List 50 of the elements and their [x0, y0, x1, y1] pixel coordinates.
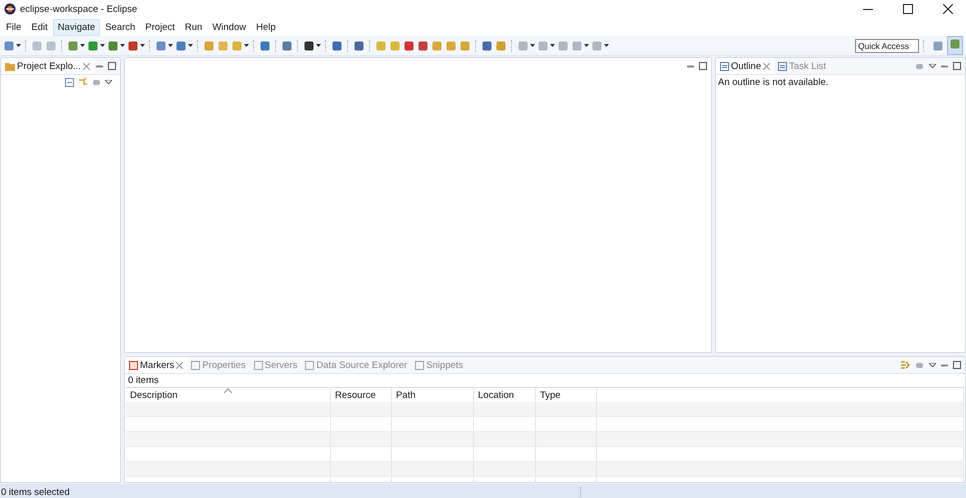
maximize-icon[interactable] [903, 4, 913, 14]
dropdown-icon[interactable] [168, 44, 173, 47]
eclipse-logo-icon [4, 3, 16, 15]
dropdown-icon[interactable] [140, 44, 145, 47]
sort-icon [224, 388, 232, 393]
dropdown-icon[interactable] [120, 44, 125, 47]
menu-item[interactable]: Search [100, 18, 140, 36]
tab-icon [254, 360, 263, 370]
panel-tab[interactable]: Outline [716, 58, 774, 74]
menu-item[interactable]: Project [140, 18, 180, 36]
quick-access-field[interactable]: Quick Access [855, 38, 919, 52]
dropdown-icon[interactable] [80, 44, 85, 47]
maximize-icon[interactable] [953, 62, 961, 70]
tab-icon [305, 360, 314, 370]
dropdown-icon[interactable] [550, 44, 555, 47]
dropdown-icon[interactable] [530, 44, 535, 47]
close-icon[interactable] [943, 4, 953, 14]
tab-icon [415, 360, 424, 370]
panel-tab[interactable]: Markers [125, 357, 188, 373]
project-explorer-tab[interactable]: Project Explo... [1, 58, 94, 74]
maximize-icon[interactable] [699, 62, 707, 70]
dropdown-icon[interactable] [604, 44, 609, 47]
maximize-icon[interactable] [108, 62, 116, 70]
dropdown-icon[interactable] [584, 44, 589, 47]
item-count: 0 items [127, 374, 160, 387]
collapse-all-icon[interactable] [65, 78, 74, 86]
menu-item[interactable]: Window [207, 18, 252, 36]
link-icon[interactable] [78, 77, 88, 87]
dropdown-icon[interactable] [100, 44, 105, 47]
menu-item[interactable]: Help [251, 18, 281, 36]
tab-icon [129, 360, 138, 370]
dropdown-icon[interactable] [244, 44, 249, 47]
dropdown-icon[interactable] [188, 44, 193, 47]
menu-item[interactable]: File [1, 18, 26, 36]
focus-icon[interactable] [900, 360, 910, 370]
maximize-icon[interactable] [953, 361, 961, 369]
status-text: 0 items selected [1, 486, 70, 498]
outline-icon [720, 62, 729, 70]
view-menu-icon[interactable] [929, 363, 936, 367]
menu-item[interactable]: Run [180, 18, 208, 36]
menu-item[interactable]: Edit [26, 18, 53, 36]
view-menu-icon[interactable] [105, 80, 112, 84]
task-list-icon [778, 62, 788, 70]
outline-message: An outline is not available. [717, 76, 830, 90]
menu-item[interactable]: Navigate [52, 18, 100, 36]
dropdown-icon[interactable] [316, 44, 321, 47]
window-title: eclipse-workspace - Eclipse [20, 4, 138, 14]
tab-icon [191, 360, 200, 370]
view-menu-icon[interactable] [929, 64, 936, 68]
dropdown-icon[interactable] [16, 44, 21, 47]
